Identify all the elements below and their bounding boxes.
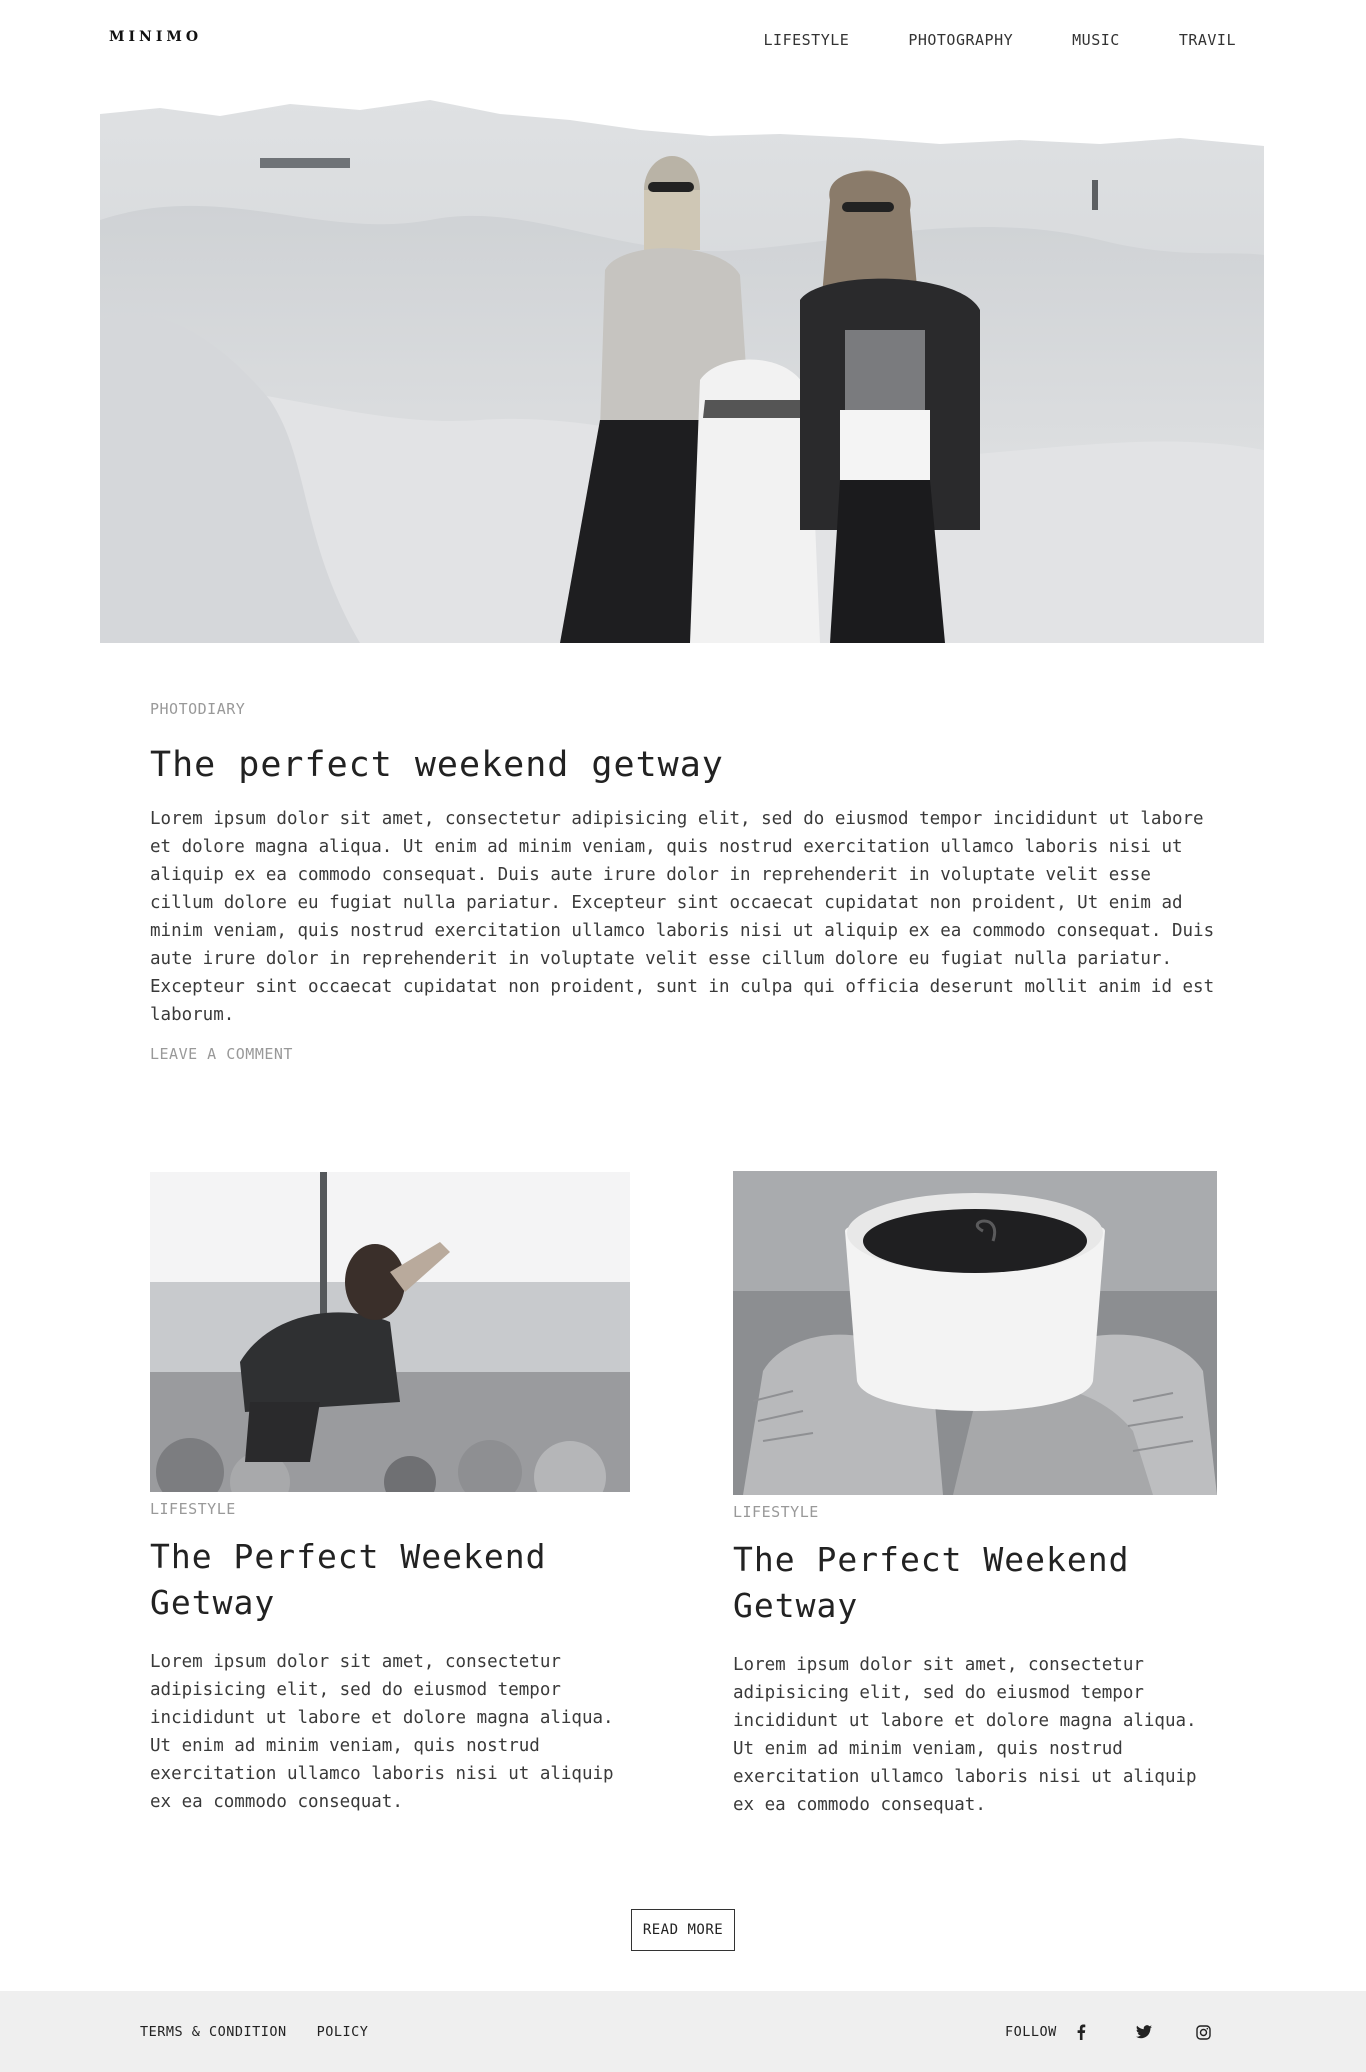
nav-item-lifestyle[interactable]: LIFESTYLE — [764, 31, 850, 49]
terms-link[interactable]: TERMS & CONDITION — [140, 2024, 287, 2040]
twitter-icon[interactable] — [1135, 2023, 1153, 2041]
card-title[interactable]: The Perfect Weekend Getway — [733, 1537, 1223, 1629]
read-more-button[interactable]: READ MORE — [631, 1909, 735, 1951]
card-category[interactable]: LIFESTYLE — [150, 1500, 640, 1518]
site-footer: TERMS & CONDITION POLICY FOLLOW — [0, 1991, 1366, 2072]
instagram-icon[interactable] — [1194, 2023, 1212, 2041]
site-logo[interactable]: MINIMO — [109, 29, 202, 45]
nav-item-photography[interactable]: PHOTOGRAPHY — [908, 31, 1013, 49]
nav-item-travil[interactable]: TRAVIL — [1179, 31, 1236, 49]
card-category[interactable]: LIFESTYLE — [733, 1503, 1223, 1521]
post-card: LIFESTYLE The Perfect Weekend Getway Lor… — [150, 1172, 640, 1816]
site-header: MINIMO LIFESTYLE PHOTOGRAPHY MUSIC TRAVI… — [0, 0, 1366, 80]
card-excerpt: Lorem ipsum dolor sit amet, consectetur … — [733, 1655, 1197, 1815]
card-image-concert[interactable] — [150, 1172, 630, 1492]
post-card: LIFESTYLE The Perfect Weekend Getway Lor… — [733, 1171, 1223, 1819]
post-excerpt: Lorem ipsum dolor sit amet, consectetur … — [150, 809, 1215, 1025]
policy-link[interactable]: POLICY — [317, 2024, 369, 2040]
concert-photo — [150, 1172, 630, 1492]
card-image-coffee[interactable] — [733, 1171, 1217, 1495]
post-title[interactable]: The perfect weekend getway — [150, 741, 1220, 789]
leave-comment-link[interactable]: LEAVE A COMMENT — [150, 1045, 293, 1063]
main-nav: LIFESTYLE PHOTOGRAPHY MUSIC TRAVIL — [705, 31, 1236, 49]
card-title[interactable]: The Perfect Weekend Getway — [150, 1534, 640, 1626]
card-excerpt: Lorem ipsum dolor sit amet, consectetur … — [150, 1652, 614, 1812]
hero-photo — [100, 100, 1264, 643]
hero-image[interactable] — [100, 100, 1264, 643]
facebook-icon[interactable] — [1072, 2023, 1090, 2041]
footer-links: TERMS & CONDITION POLICY — [140, 2024, 368, 2040]
featured-post: PHOTODIARY The perfect weekend getway Lo… — [150, 700, 1220, 1063]
follow-label: FOLLOW — [1005, 2024, 1057, 2040]
post-category[interactable]: PHOTODIARY — [150, 700, 1220, 718]
nav-item-music[interactable]: MUSIC — [1072, 31, 1120, 49]
coffee-photo — [733, 1171, 1217, 1495]
